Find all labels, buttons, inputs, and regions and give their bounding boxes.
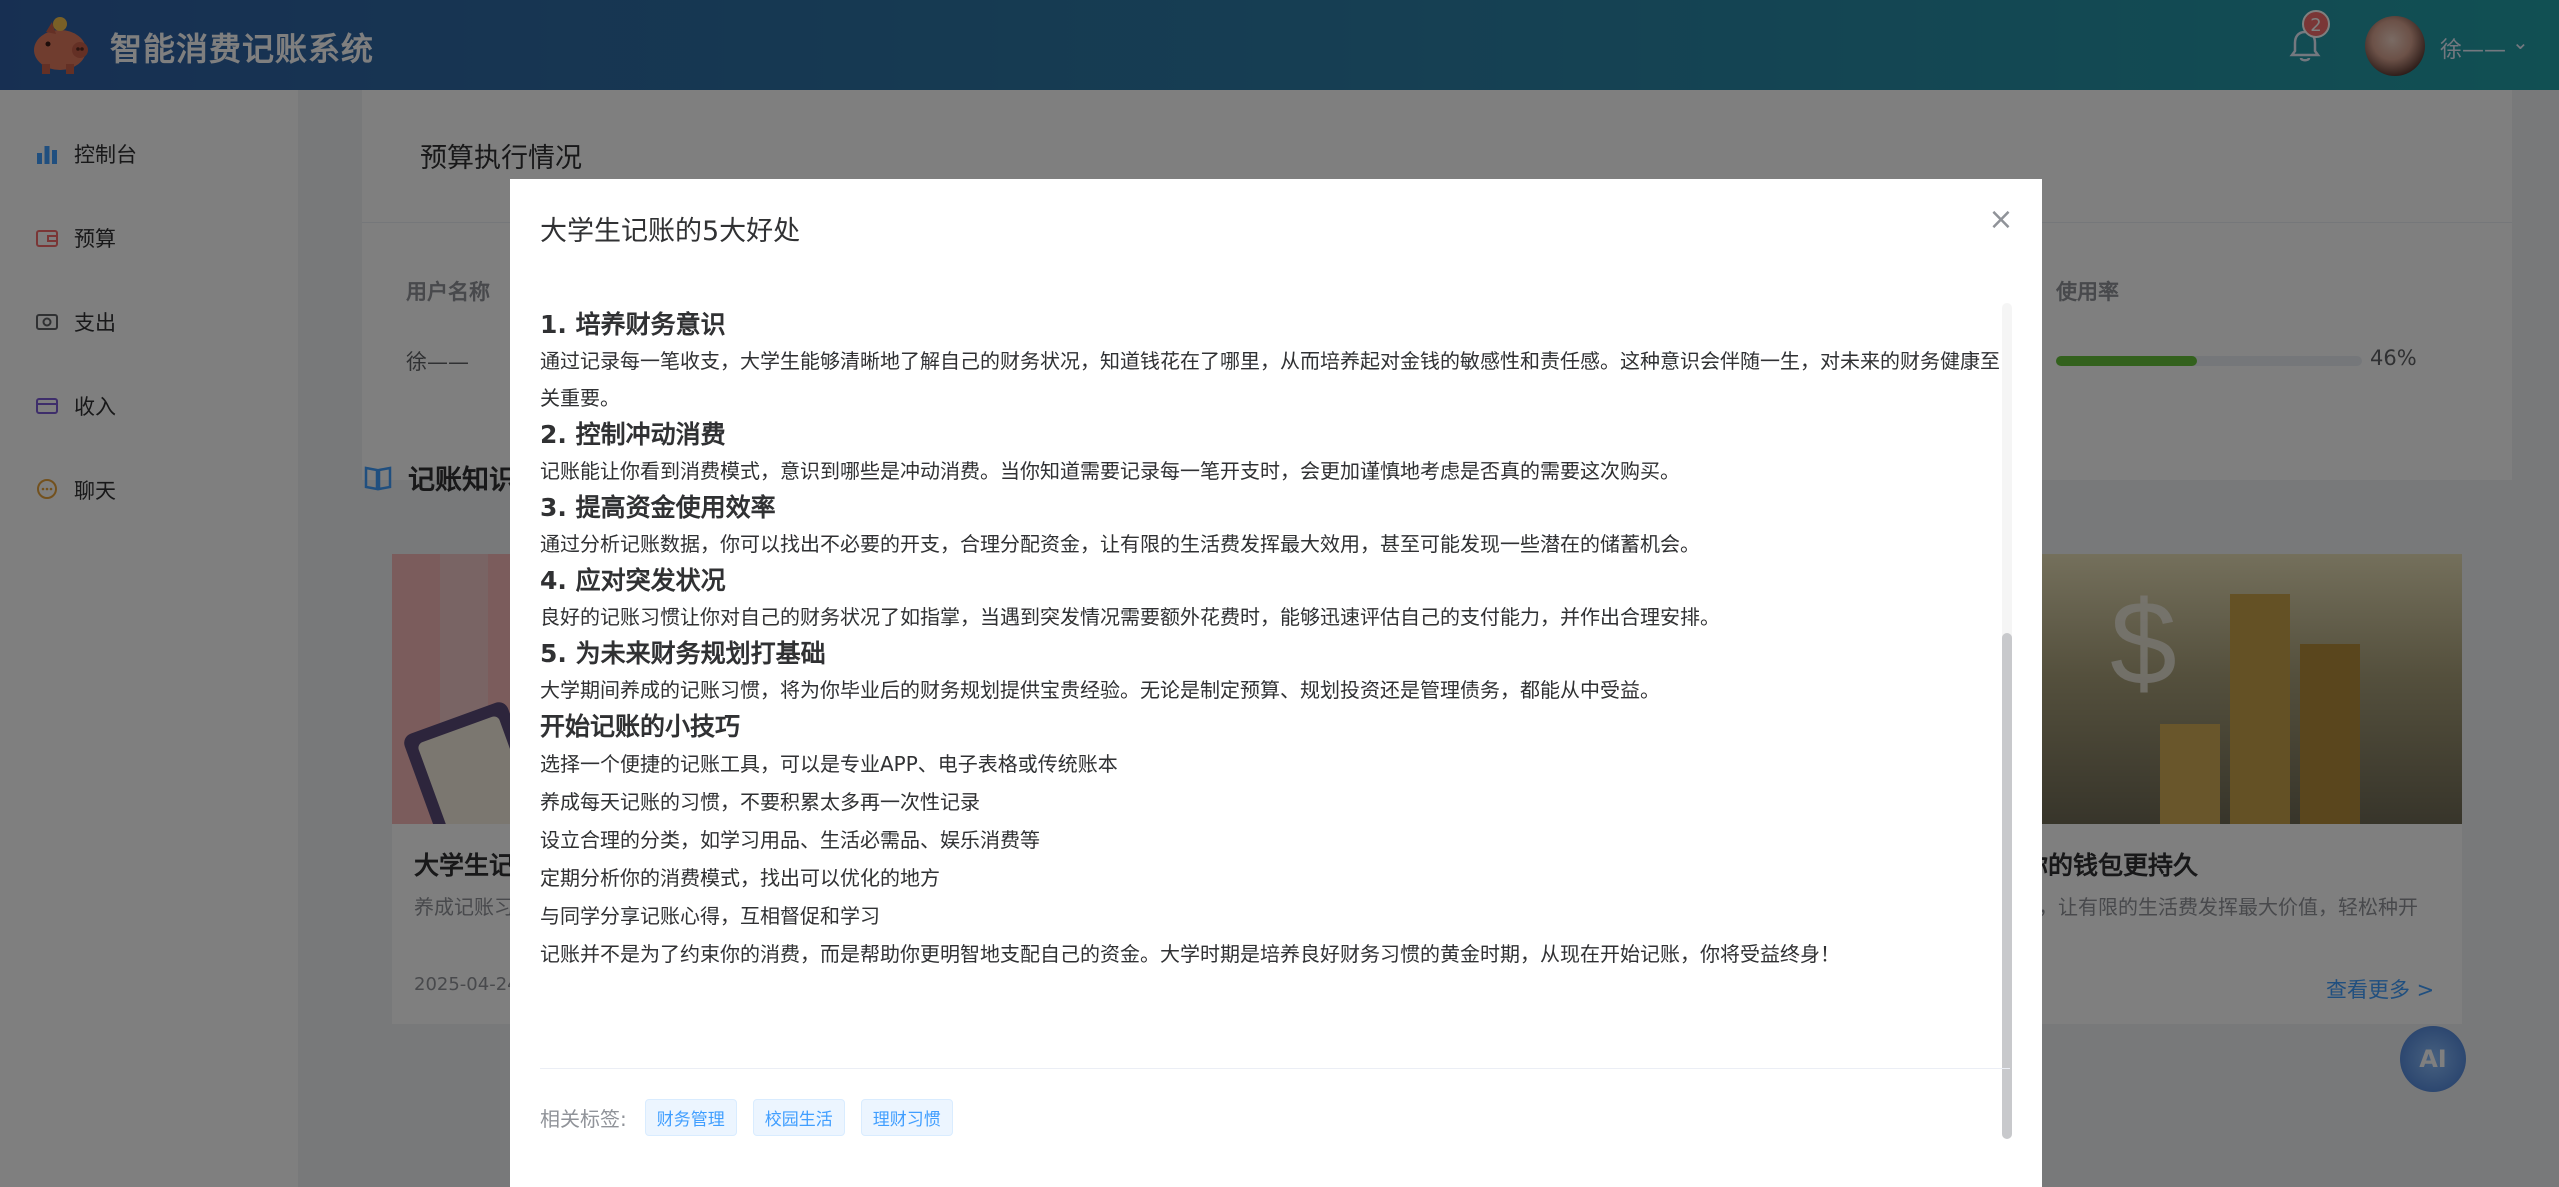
closing-text: 记账并不是为了约束你的消费，而是帮助你更明智地支配自己的资金。大学时期是培养良好…: [540, 942, 1840, 966]
dialog-scrollbar[interactable]: [2002, 303, 2012, 1139]
section-text: 良好的记账习惯让你对自己的财务状况了如指掌，当遇到突发情况需要额外花费时，能够迅…: [540, 605, 1720, 629]
divider: [540, 1068, 2010, 1069]
tip-item: 选择一个便捷的记账工具，可以是专业APP、电子表格或传统账本: [540, 752, 1118, 776]
close-icon[interactable]: ×: [1986, 205, 2016, 235]
scrollbar-thumb[interactable]: [2002, 633, 2012, 1139]
dialog-body: 1. 培养财务意识 通过记录每一笔收支，大学生能够清晰地了解自己的财务状况，知道…: [540, 307, 2000, 973]
article-dialog: 大学生记账的5大好处 × 1. 培养财务意识 通过记录每一笔收支，大学生能够清晰…: [510, 179, 2042, 1187]
tip-item: 养成每天记账的习惯，不要积累太多再一次性记录: [540, 790, 980, 814]
tips-heading: 开始记账的小技巧: [540, 712, 741, 741]
section-heading: 5. 为未来财务规划打基础: [540, 639, 826, 668]
dialog-title: 大学生记账的5大好处: [540, 216, 801, 247]
section-text: 通过记录每一笔收支，大学生能够清晰地了解自己的财务状况，知道钱花在了哪里，从而培…: [540, 349, 2000, 410]
section-text: 通过分析记账数据，你可以找出不必要的开支，合理分配资金，让有限的生活费发挥最大效…: [540, 532, 1700, 556]
section-heading: 3. 提高资金使用效率: [540, 493, 776, 522]
section-text: 大学期间养成的记账习惯，将为你毕业后的财务规划提供宝贵经验。无论是制定预算、规划…: [540, 678, 1660, 702]
tip-item: 设立合理的分类，如学习用品、生活必需品、娱乐消费等: [540, 828, 1040, 852]
section-heading: 2. 控制冲动消费: [540, 420, 726, 449]
section-heading: 1. 培养财务意识: [540, 310, 726, 339]
tags-label: 相关标签:: [540, 1107, 627, 1131]
section-heading: 4. 应对突发状况: [540, 566, 726, 595]
tip-item: 与同学分享记账心得，互相督促和学习: [540, 904, 880, 928]
section-text: 记账能让你看到消费模式，意识到哪些是冲动消费。当你知道需要记录每一笔开支时，会更…: [540, 459, 1680, 483]
tip-item: 定期分析你的消费模式，找出可以优化的地方: [540, 866, 940, 890]
tag-item[interactable]: 财务管理: [644, 1099, 737, 1136]
tags-row: 相关标签: 财务管理 校园生活 理财习惯: [540, 1099, 969, 1136]
tag-item[interactable]: 校园生活: [752, 1099, 845, 1136]
tag-item[interactable]: 理财习惯: [860, 1099, 953, 1136]
